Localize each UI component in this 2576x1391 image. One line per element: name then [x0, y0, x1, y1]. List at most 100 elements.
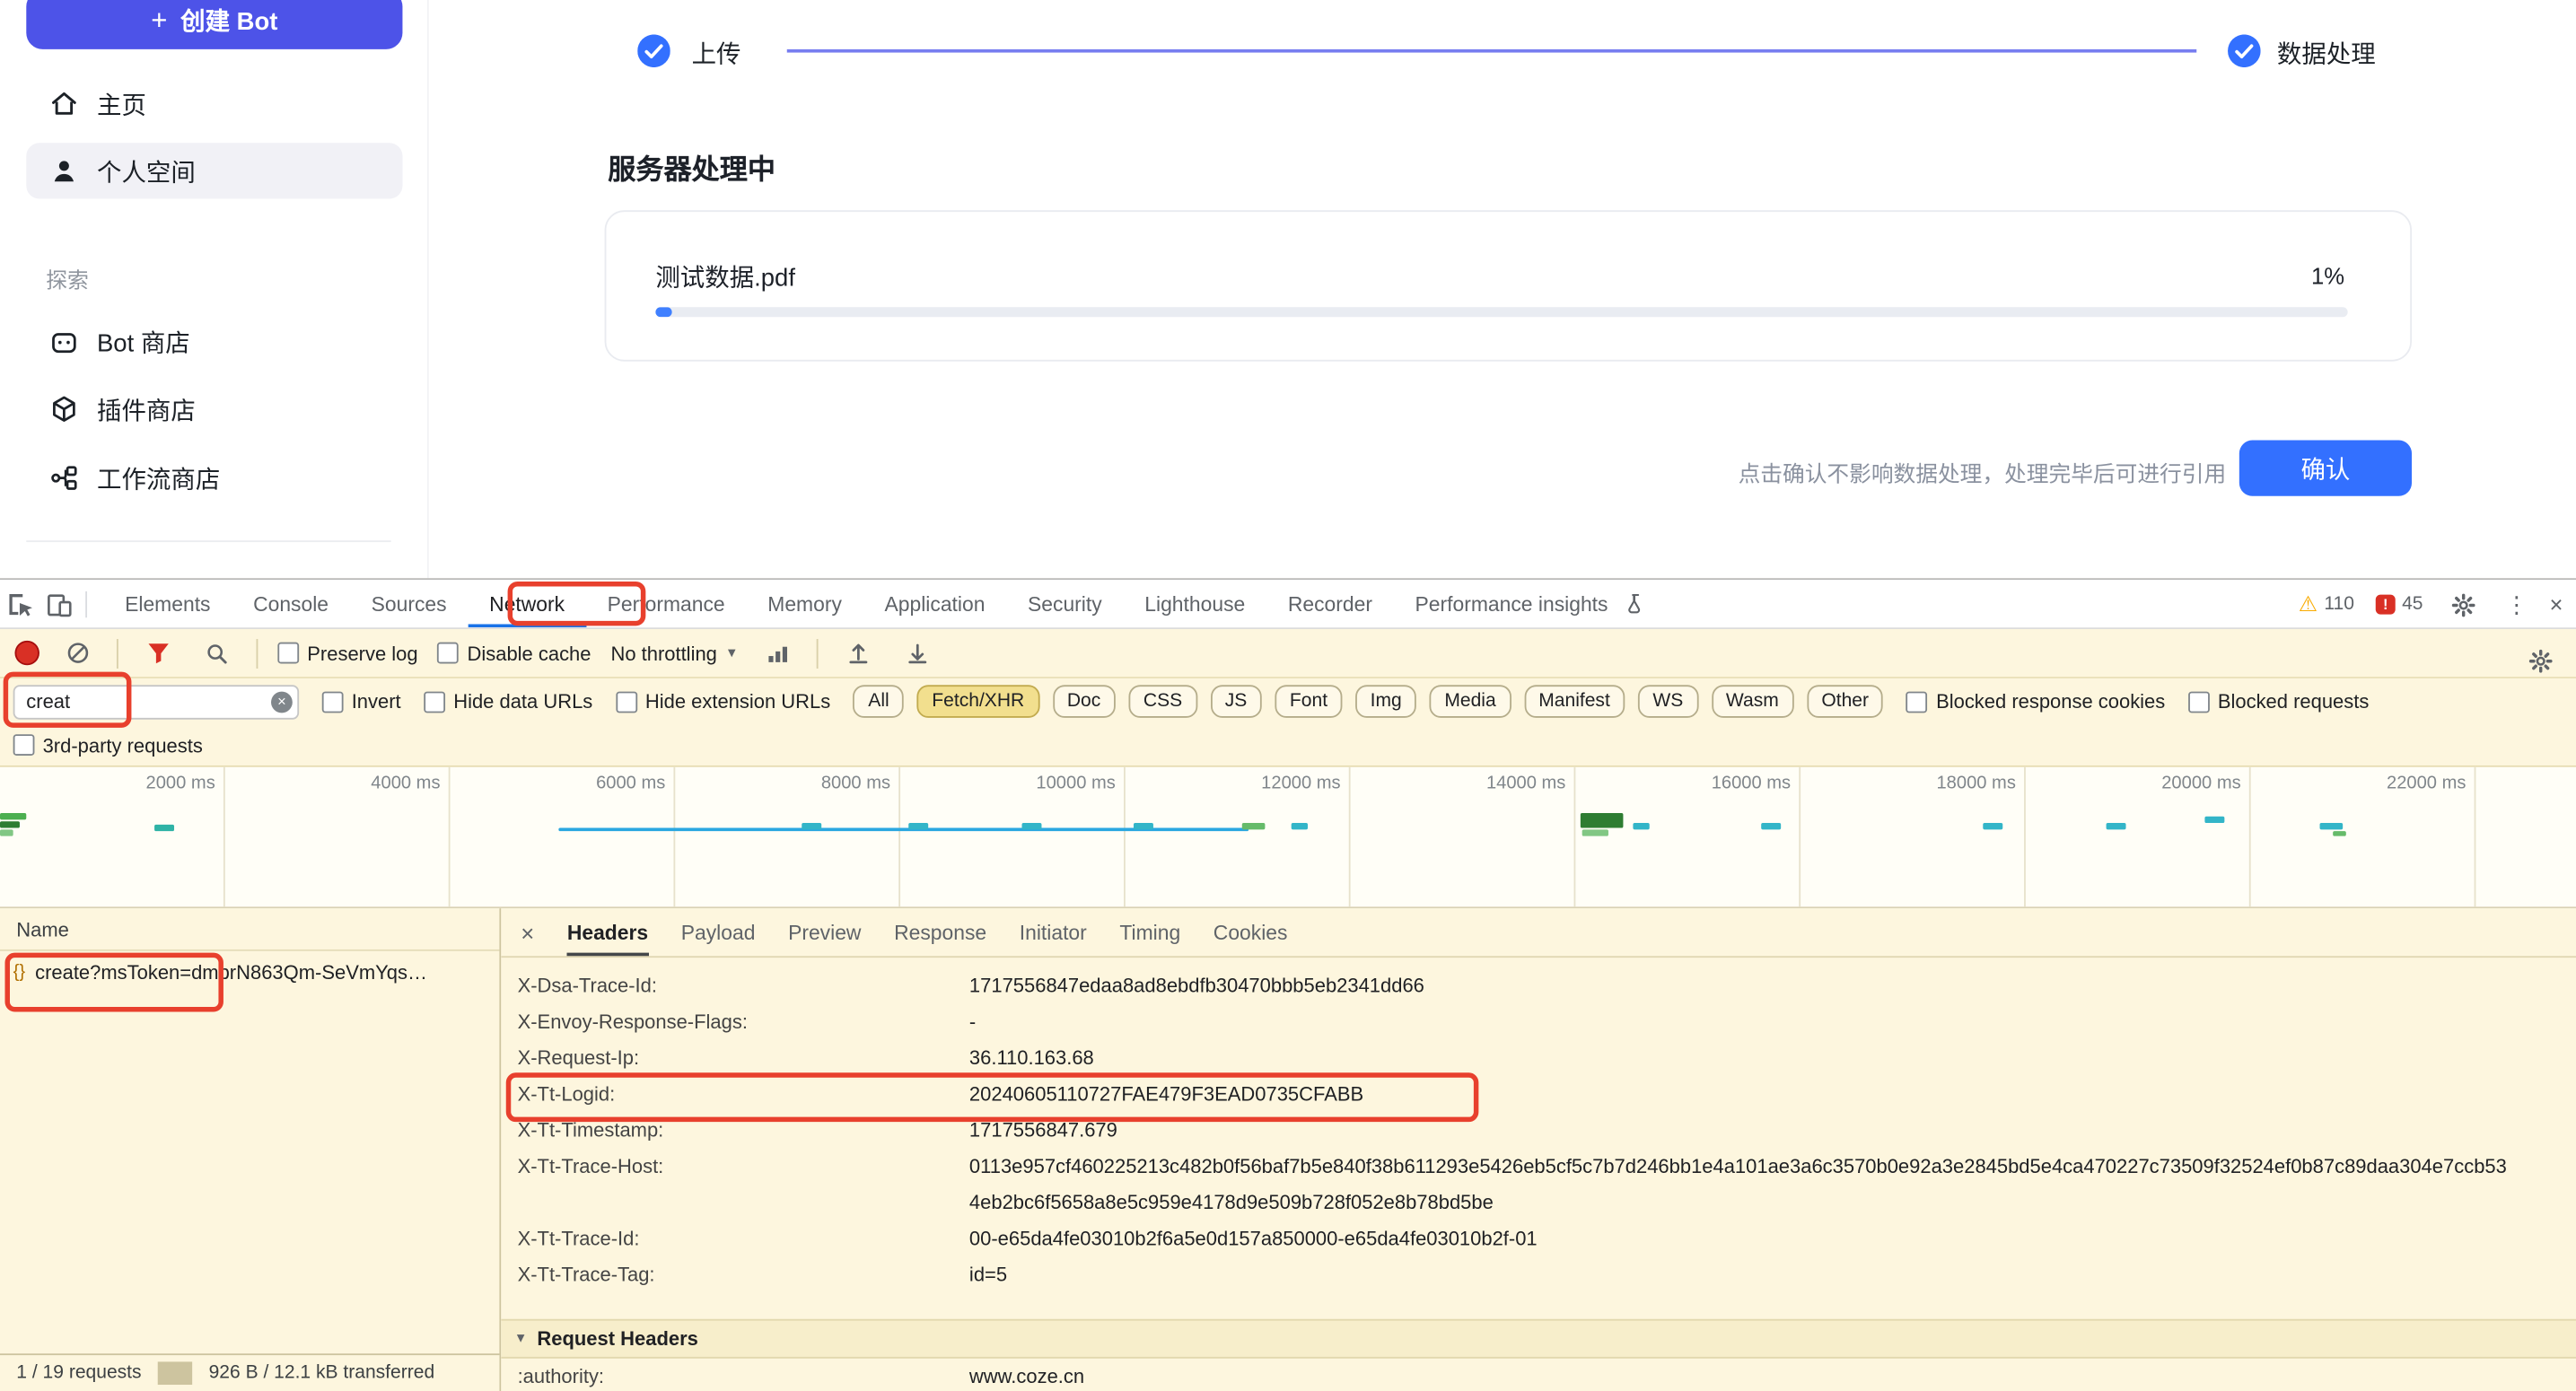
close-details-icon[interactable]: × — [521, 921, 534, 944]
header-value: 1717556847edaa8ad8ebdfb30470bbb5eb2341dd… — [969, 967, 2576, 1003]
errors-counter[interactable]: ! 45 — [2376, 595, 2423, 615]
network-filter-row: × Invert Hide data URLs Hide extension U… — [0, 678, 2576, 724]
sidebar-item-plugin-store[interactable]: 插件商店 — [26, 382, 402, 435]
details-tab[interactable]: Preview — [788, 908, 861, 956]
details-tab[interactable]: Timing — [1119, 908, 1180, 956]
toolbar-separator — [817, 638, 819, 668]
sidebar-item-home[interactable]: 主页 — [26, 77, 402, 130]
header-name: X-Tt-Logid: — [518, 1076, 969, 1112]
warning-count: 110 — [2324, 595, 2354, 615]
export-har-icon[interactable] — [898, 634, 937, 673]
blocked-requests-checkbox[interactable]: Blocked requests — [2188, 690, 2369, 713]
network-settings-gear-icon[interactable] — [2520, 641, 2560, 680]
network-filter-input[interactable] — [13, 684, 299, 718]
invert-checkbox[interactable]: Invert — [322, 690, 401, 713]
devtools-tab[interactable]: Performance insights — [1394, 580, 1630, 627]
confirm-hint-text: 点击确认不影响数据处理，处理完毕后可进行引用 — [1739, 455, 2227, 488]
filter-pill[interactable]: WS — [1638, 685, 1698, 718]
hide-extension-urls-checkbox[interactable]: Hide extension URLs — [616, 690, 830, 713]
error-count: 45 — [2402, 595, 2423, 615]
hide-data-urls-checkbox[interactable]: Hide data URLs — [424, 690, 592, 713]
error-icon: ! — [2376, 595, 2396, 615]
sidebar-item-bot-store[interactable]: Bot 商店 — [26, 315, 402, 368]
third-party-checkbox[interactable]: 3rd-party requests — [13, 733, 203, 757]
devtools-tab[interactable]: Lighthouse — [1123, 580, 1266, 627]
sidebar-item-personal-space[interactable]: 个人空间 — [26, 143, 402, 198]
disable-cache-checkbox[interactable]: Disable cache — [438, 642, 591, 665]
filter-pill[interactable]: Other — [1807, 685, 1884, 718]
warnings-counter[interactable]: ⚠ 110 — [2299, 591, 2354, 617]
confirm-button[interactable]: 确认 — [2239, 441, 2412, 496]
toolbar-separator — [117, 638, 118, 668]
filter-pill[interactable]: Manifest — [1524, 685, 1625, 718]
details-tab[interactable]: Payload — [681, 908, 756, 956]
sidebar-item-workflow-store[interactable]: 工作流商店 — [26, 451, 402, 504]
response-header-row: X-Tt-Trace-Id: 00-e65da4fe03010b2f6a5e0d… — [501, 1220, 2576, 1256]
invert-label: Invert — [352, 690, 401, 713]
devtools-tab[interactable]: Sources — [350, 580, 469, 627]
explore-section-label: 探索 — [46, 263, 89, 294]
checkbox — [1906, 691, 1928, 713]
throttling-dropdown[interactable]: No throttling ▼ — [610, 642, 738, 665]
devtools-tabbar: Elements Console Sources Network Perform… — [0, 580, 2576, 629]
devtools-tab[interactable]: Elements — [103, 580, 232, 627]
preserve-log-checkbox[interactable]: Preserve log — [277, 642, 417, 665]
network-conditions-icon[interactable] — [758, 634, 798, 673]
clear-filter-icon[interactable]: × — [271, 691, 293, 713]
response-header-row: X-Tt-Timestamp: 1717556847.679 — [501, 1112, 2576, 1148]
request-headers-section-header[interactable]: ▼ Request Headers — [501, 1319, 2576, 1359]
blocked-response-cookies-checkbox[interactable]: Blocked response cookies — [1906, 690, 2165, 713]
devtools-tab[interactable]: Performance — [586, 580, 747, 627]
home-icon — [49, 89, 79, 118]
sidebar-home-label: 主页 — [97, 86, 146, 120]
kebab-menu-icon[interactable]: ⋮ — [2505, 593, 2528, 617]
details-tab[interactable]: Initiator — [1020, 908, 1087, 956]
import-har-icon[interactable] — [838, 634, 878, 673]
inspect-element-icon[interactable] — [0, 584, 39, 624]
checkbox — [13, 734, 35, 756]
settings-gear-icon[interactable] — [2444, 585, 2484, 625]
sidebar-workflow-store-label: 工作流商店 — [97, 460, 220, 494]
filter-pill[interactable]: Font — [1275, 685, 1342, 718]
name-header-label: Name — [16, 917, 69, 940]
devtools-tab[interactable]: Application — [863, 580, 1007, 627]
create-bot-button[interactable]: + 创建 Bot — [26, 0, 402, 49]
timeline-bar — [2320, 823, 2344, 829]
request-row[interactable]: {} create?msToken=dmprN863Qm-SeVmYqs… — [0, 951, 499, 994]
devtools-tab[interactable]: Security — [1006, 580, 1123, 627]
devtools-tab[interactable]: Recorder — [1266, 580, 1394, 627]
filter-pill[interactable]: Media — [1430, 685, 1511, 718]
details-tab[interactable]: Headers — [567, 908, 648, 956]
filter-pill[interactable]: Doc — [1052, 685, 1115, 718]
record-button[interactable] — [16, 643, 38, 664]
plugin-store-icon — [49, 394, 79, 424]
filter-funnel-icon[interactable] — [138, 634, 178, 673]
filter-pill[interactable]: Img — [1355, 685, 1416, 718]
timeline-bar — [1134, 823, 1153, 829]
clear-network-log-icon[interactable] — [57, 634, 97, 673]
filter-pill[interactable]: JS — [1210, 685, 1262, 718]
coze-app: + 创建 Bot 主页 个人空间 探索 — [0, 0, 2576, 578]
details-tab[interactable]: Cookies — [1214, 908, 1288, 956]
device-toolbar-icon[interactable] — [39, 584, 79, 624]
name-column-header[interactable]: Name — [0, 908, 499, 951]
network-overview-timeline[interactable]: 2000 ms 4000 ms 6000 ms 8000 ms — [0, 767, 2576, 908]
devtools-tab[interactable]: Memory — [746, 580, 863, 627]
plus-icon: + — [151, 5, 167, 33]
timeline-bar — [1242, 823, 1266, 829]
devtools-close-icon[interactable]: × — [2549, 593, 2563, 617]
filter-pill[interactable]: CSS — [1128, 685, 1196, 718]
search-icon[interactable] — [197, 634, 237, 673]
details-tab[interactable]: Response — [894, 908, 986, 956]
response-header-row: X-Request-Ip: 36.110.163.68 — [501, 1040, 2576, 1076]
filter-pill[interactable]: All — [854, 685, 904, 718]
checkbox — [322, 691, 344, 713]
filter-pill[interactable]: Wasm — [1711, 685, 1793, 718]
devtools-tab[interactable]: Network — [468, 580, 586, 627]
filter-pill[interactable]: Fetch/XHR — [917, 685, 1039, 718]
checkbox — [438, 643, 460, 664]
devtools-tab[interactable]: Console — [232, 580, 350, 627]
response-header-row: X-Tt-Logid: 20240605110727FAE479F3EAD073… — [501, 1076, 2576, 1112]
timeline-bar — [1292, 823, 1308, 829]
devtools-tab-strip: Elements Console Sources Network Perform… — [103, 580, 1655, 627]
